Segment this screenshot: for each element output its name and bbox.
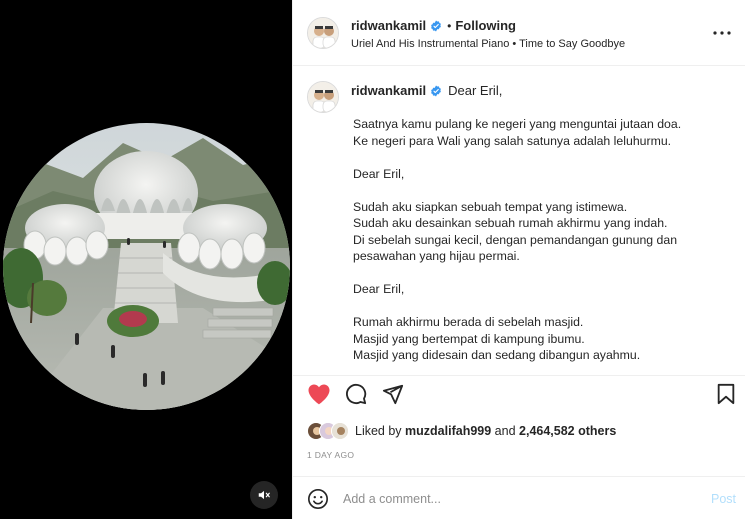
liked-by-username[interactable]: muzdalifah999 [405, 424, 491, 438]
save-button[interactable] [713, 381, 739, 407]
following-button[interactable]: Following [455, 18, 516, 33]
post-media[interactable] [0, 0, 292, 519]
caption-line: Sudah aku siapkan sebuah tempat yang ist… [353, 199, 628, 214]
bookmark-icon [717, 383, 735, 405]
post-comment-button[interactable]: Post [711, 492, 736, 506]
caption-username[interactable]: ridwankamil [351, 83, 426, 98]
caption-first-line: Dear Eril, [448, 83, 503, 98]
caption-avatar[interactable] [307, 81, 339, 113]
caption-line: Saatnya kamu pulang ke negeri yang mengu… [353, 117, 682, 131]
caption-line: Sudah aku desainkan sebuah rumah akhirmu… [353, 216, 668, 230]
post-detail-panel: ridwankamil • Following Uriel And His In… [292, 0, 745, 519]
caption-line: Di sebelah sungai kecil, dengan pemandan… [353, 232, 678, 247]
paper-plane-icon [382, 384, 404, 405]
smiley-icon [308, 489, 328, 509]
more-options-icon [713, 31, 731, 35]
like-button[interactable] [306, 381, 332, 407]
comment-bubble-icon [346, 383, 367, 405]
caption-line: Masjid yang bertempat di kampung ibumu. [353, 331, 585, 346]
caption-area: ridwankamil Dear Eril, Saatnya kamu pula… [293, 67, 745, 375]
caption-line [353, 182, 733, 199]
caption-line: Ke negeri para Wali yang salah satunya a… [353, 133, 672, 148]
emoji-button[interactable] [306, 487, 330, 511]
likes-summary: Liked by muzdalifah999 and 2,464,582 oth… [307, 421, 616, 441]
post-header: ridwankamil • Following Uriel And His In… [293, 0, 745, 66]
share-button[interactable] [380, 381, 406, 407]
avatar[interactable] [307, 17, 339, 49]
mute-button[interactable] [250, 481, 278, 509]
likes-text: Liked by muzdalifah999 and 2,464,582 oth… [355, 424, 616, 438]
likes-and: and [494, 424, 516, 438]
caption-line [353, 265, 733, 282]
comment-button[interactable] [343, 381, 369, 407]
comment-bar: Post [293, 476, 745, 519]
video-circle[interactable] [3, 123, 290, 410]
speaker-muted-icon [258, 490, 270, 500]
likes-others-link[interactable]: 2,464,582 others [519, 424, 616, 438]
caption-line: Dear Eril, [353, 282, 405, 296]
audio-attribution[interactable]: Uriel And His Instrumental Piano • Time … [351, 38, 625, 50]
caption-line: Masjid yang didesain dan sedang dibangun… [353, 348, 641, 362]
header-username[interactable]: ridwankamil [351, 18, 426, 33]
comment-input[interactable] [343, 486, 673, 512]
caption-line: pesawahan yang hijau permai. [353, 249, 520, 263]
caption-line [353, 298, 733, 315]
caption-line: Rumah akhirmu berada di sebelah masjid. [353, 315, 584, 329]
action-bar [293, 379, 745, 411]
mosque-render-image [3, 123, 290, 410]
heart-filled-icon [308, 384, 330, 405]
verified-badge-icon [430, 85, 442, 97]
caption-line: Dear Eril, [353, 166, 405, 181]
post-timestamp[interactable]: 1 DAY AGO [307, 450, 354, 460]
caption-line [353, 149, 733, 166]
liker-avatar[interactable] [331, 422, 349, 440]
header-separator: • [447, 18, 452, 33]
verified-badge-icon [430, 20, 442, 32]
caption-body: Saatnya kamu pulang ke negeri yang mengu… [353, 116, 733, 364]
more-options-button[interactable] [710, 22, 734, 44]
actions-divider [293, 375, 745, 376]
likes-prefix: Liked by [355, 424, 402, 438]
